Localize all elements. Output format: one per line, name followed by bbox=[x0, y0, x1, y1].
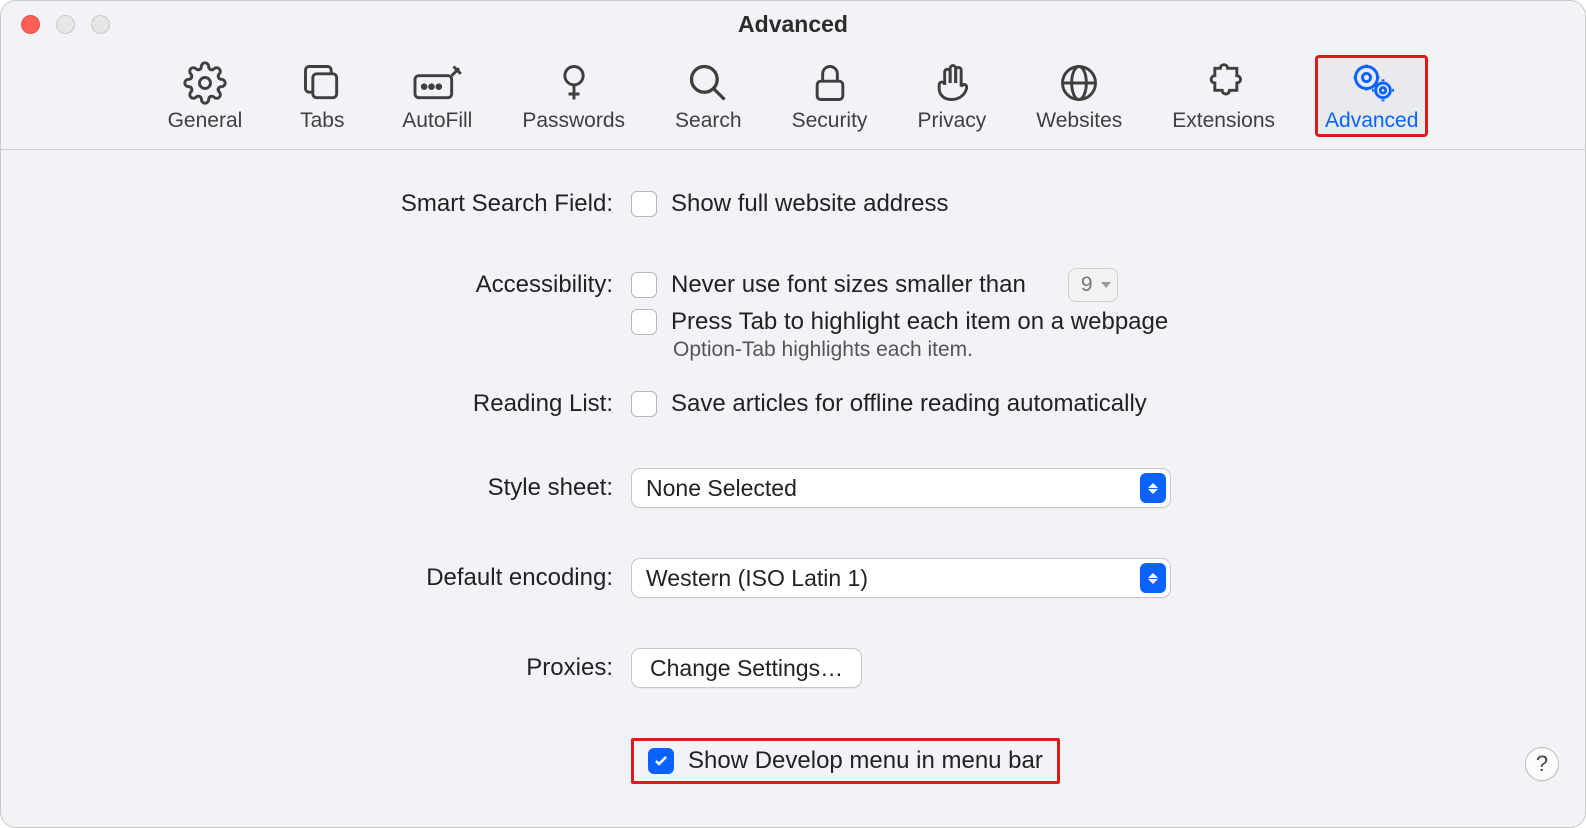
key-icon bbox=[552, 61, 596, 105]
encoding-label: Default encoding: bbox=[61, 564, 631, 592]
select-arrows-icon bbox=[1140, 563, 1166, 593]
stylesheet-label: Style sheet: bbox=[61, 474, 631, 502]
show-full-address-checkbox[interactable] bbox=[631, 191, 657, 217]
tabs-icon bbox=[300, 61, 344, 105]
preferences-window: Advanced General Tabs AutoFill Passwords… bbox=[0, 0, 1586, 828]
min-font-checkbox[interactable] bbox=[631, 272, 657, 298]
titlebar: Advanced bbox=[1, 1, 1585, 47]
autofill-icon bbox=[409, 61, 465, 105]
gears-icon bbox=[1346, 61, 1398, 105]
hand-icon bbox=[930, 61, 974, 105]
search-icon bbox=[686, 61, 730, 105]
tab-extensions[interactable]: Extensions bbox=[1162, 55, 1285, 137]
tab-tabs[interactable]: Tabs bbox=[282, 55, 362, 137]
tab-autofill[interactable]: AutoFill bbox=[392, 55, 482, 137]
tab-label: Websites bbox=[1036, 109, 1122, 133]
tab-advanced[interactable]: Advanced bbox=[1315, 55, 1428, 137]
tab-websites[interactable]: Websites bbox=[1026, 55, 1132, 137]
content-pane: Smart Search Field: Show full website ad… bbox=[1, 150, 1585, 820]
lock-icon bbox=[808, 61, 852, 105]
proxies-label: Proxies: bbox=[61, 654, 631, 682]
tab-general[interactable]: General bbox=[158, 55, 253, 137]
help-button[interactable]: ? bbox=[1525, 747, 1559, 781]
tab-passwords[interactable]: Passwords bbox=[512, 55, 635, 137]
change-settings-button[interactable]: Change Settings… bbox=[631, 648, 862, 688]
show-full-address-text: Show full website address bbox=[671, 190, 948, 218]
develop-menu-text: Show Develop menu in menu bar bbox=[688, 747, 1043, 775]
stylesheet-select[interactable]: None Selected bbox=[631, 468, 1171, 508]
tab-search[interactable]: Search bbox=[665, 55, 752, 137]
tab-label: Security bbox=[792, 109, 868, 133]
tab-label: Privacy bbox=[917, 109, 986, 133]
tab-security[interactable]: Security bbox=[782, 55, 878, 137]
change-settings-text: Change Settings… bbox=[650, 655, 843, 682]
globe-icon bbox=[1057, 61, 1101, 105]
tab-label: AutoFill bbox=[402, 109, 472, 133]
tab-label: Extensions bbox=[1172, 109, 1275, 133]
tab-label: Passwords bbox=[522, 109, 625, 133]
offline-reading-text: Save articles for offline reading automa… bbox=[671, 390, 1147, 418]
smart-search-label: Smart Search Field: bbox=[61, 190, 631, 218]
reading-list-label: Reading List: bbox=[61, 390, 631, 418]
tab-label: General bbox=[168, 109, 243, 133]
min-font-value: 9 bbox=[1081, 273, 1093, 297]
develop-menu-highlight: Show Develop menu in menu bar bbox=[631, 738, 1060, 784]
chevron-down-icon bbox=[1101, 282, 1111, 288]
tab-highlight-checkbox[interactable] bbox=[631, 309, 657, 335]
stylesheet-value: None Selected bbox=[646, 475, 797, 502]
tab-label: Tabs bbox=[300, 109, 344, 133]
develop-menu-checkbox[interactable] bbox=[648, 748, 674, 774]
window-title: Advanced bbox=[1, 11, 1585, 38]
encoding-value: Western (ISO Latin 1) bbox=[646, 565, 868, 592]
encoding-select[interactable]: Western (ISO Latin 1) bbox=[631, 558, 1171, 598]
puzzle-icon bbox=[1202, 61, 1246, 105]
preferences-toolbar: General Tabs AutoFill Passwords Search S… bbox=[1, 47, 1585, 150]
select-arrows-icon bbox=[1140, 473, 1166, 503]
accessibility-label: Accessibility: bbox=[61, 271, 631, 299]
tab-label: Advanced bbox=[1325, 109, 1418, 133]
tab-privacy[interactable]: Privacy bbox=[907, 55, 996, 137]
accessibility-hint: Option-Tab highlights each item. bbox=[673, 338, 1525, 362]
tab-label: Search bbox=[675, 109, 742, 133]
offline-reading-checkbox[interactable] bbox=[631, 391, 657, 417]
tab-highlight-text: Press Tab to highlight each item on a we… bbox=[671, 308, 1168, 336]
min-font-stepper[interactable]: 9 bbox=[1068, 268, 1118, 302]
min-font-text: Never use font sizes smaller than bbox=[671, 271, 1026, 299]
help-text: ? bbox=[1536, 751, 1548, 777]
gear-icon bbox=[183, 61, 227, 105]
